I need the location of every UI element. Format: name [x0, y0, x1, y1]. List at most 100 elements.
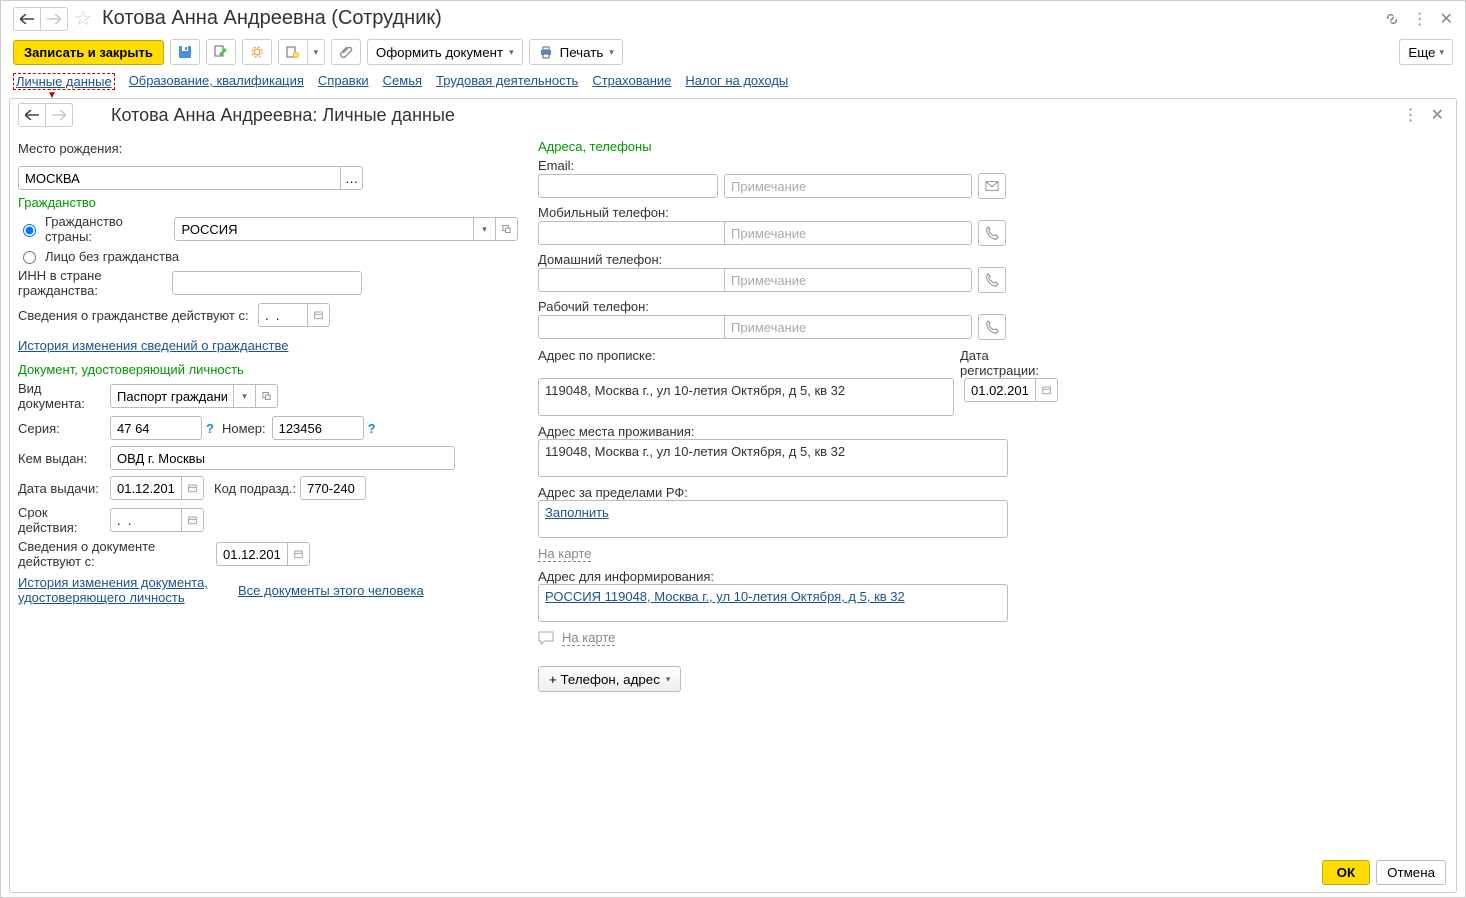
header-right-controls: ⋮ ✕ — [1384, 9, 1453, 29]
citizenship-history-link[interactable]: История изменения сведений о гражданстве — [18, 338, 288, 353]
citizenship-dropdown-button[interactable]: ▾ — [474, 217, 496, 241]
doc-section-label: Документ, удостоверяющий личность — [18, 362, 518, 377]
tab-insurance[interactable]: Страхование — [592, 73, 671, 90]
more-button[interactable]: Еще ▾ — [1399, 39, 1453, 65]
mobile-note-input[interactable] — [724, 221, 972, 245]
favorite-star-icon[interactable]: ☆ — [74, 6, 92, 31]
doc-valid-from-input[interactable] — [216, 542, 288, 566]
dept-code-input[interactable] — [300, 476, 366, 500]
tab-employment[interactable]: Трудовая деятельность — [436, 73, 578, 90]
chevron-down-icon: ▾ — [666, 674, 671, 685]
nav-back-button[interactable] — [13, 7, 41, 31]
issue-date-picker[interactable] — [182, 476, 204, 500]
doc-history-link[interactable]: История изменения документа, удостоверяю… — [18, 575, 208, 605]
all-docs-link[interactable]: Все документы этого человека — [238, 583, 424, 598]
reg-date-input[interactable] — [964, 378, 1036, 402]
birthplace-more-button[interactable]: … — [341, 166, 363, 190]
print-button[interactable]: Печать ▾ — [529, 39, 623, 65]
home-label: Домашний телефон: — [538, 252, 1058, 267]
series-input[interactable] — [110, 416, 202, 440]
citizenship-country-input[interactable] — [174, 217, 474, 241]
nav-forward-button[interactable] — [40, 7, 68, 31]
doc-valid-from-picker[interactable] — [288, 542, 310, 566]
mobile-input[interactable] — [538, 221, 728, 245]
left-column: Место рождения: … Гражданство Гражданств… — [18, 135, 518, 848]
doc-type-open-button[interactable] — [256, 384, 278, 408]
email-note-input[interactable] — [724, 174, 972, 198]
close-icon[interactable]: ✕ — [1440, 9, 1453, 29]
personal-data-subwindow: Котова Анна Андреевна: Личные данные ⋮ ✕… — [9, 98, 1457, 893]
series-help[interactable]: ? — [206, 421, 214, 436]
number-help[interactable]: ? — [368, 421, 376, 436]
inform-address-link[interactable]: РОССИЯ 119048, Москва г., ул 10-летия Ок… — [545, 589, 905, 604]
create-dropdown-toggle[interactable]: ▾ — [307, 39, 325, 65]
sub-nav-back-button[interactable] — [18, 103, 46, 127]
doc-type-input[interactable] — [110, 384, 234, 408]
cancel-button[interactable]: Отмена — [1376, 860, 1446, 885]
menu-dots-icon[interactable]: ⋮ — [1412, 9, 1428, 29]
stateless-radio[interactable] — [23, 251, 36, 264]
subwindow-body: Место рождения: … Гражданство Гражданств… — [10, 131, 1456, 852]
on-map-link-2[interactable]: На карте — [562, 630, 615, 646]
citizenship-valid-date-input[interactable] — [258, 303, 308, 327]
close-icon[interactable]: ✕ — [1431, 105, 1444, 125]
valid-until-input[interactable] — [110, 508, 182, 532]
gear-doc-icon — [249, 44, 265, 60]
on-map-link-1[interactable]: На карте — [538, 546, 591, 562]
number-input[interactable] — [272, 416, 364, 440]
settings-button[interactable] — [242, 39, 272, 65]
fill-link[interactable]: Заполнить — [545, 505, 609, 520]
inn-input[interactable] — [172, 271, 362, 295]
mobile-call-button[interactable] — [978, 220, 1006, 246]
valid-until-picker[interactable] — [182, 508, 204, 532]
citizenship-country-radio[interactable] — [23, 224, 36, 237]
add-phone-address-button[interactable]: + Телефон, адрес ▾ — [538, 666, 681, 692]
create-button[interactable] — [278, 39, 308, 65]
edit-doc-button[interactable] — [206, 39, 236, 65]
tab-education[interactable]: Образование, квалификация — [129, 73, 304, 90]
issue-date-input[interactable] — [110, 476, 182, 500]
birthplace-label: Место рождения: — [18, 141, 122, 156]
subwindow-header-right: ⋮ ✕ — [1403, 105, 1444, 125]
citizenship-open-button[interactable] — [496, 217, 518, 241]
tab-tax[interactable]: Налог на доходы — [685, 73, 788, 90]
abroad-address-box[interactable]: Заполнить — [538, 500, 1008, 538]
doc-type-dropdown-button[interactable]: ▾ — [234, 384, 256, 408]
reg-date-picker[interactable] — [1036, 378, 1058, 402]
tab-certificates[interactable]: Справки — [318, 73, 369, 90]
birthplace-input[interactable] — [18, 166, 341, 190]
save-button[interactable] — [170, 39, 200, 65]
phone-icon — [985, 320, 999, 334]
tab-personal[interactable]: Личные данные — [13, 73, 115, 90]
document-button[interactable]: Оформить документ ▾ — [367, 39, 523, 65]
add-phone-label: + Телефон, адрес — [549, 672, 660, 687]
save-close-button[interactable]: Записать и закрыть — [13, 40, 164, 65]
tab-family[interactable]: Семья — [383, 73, 422, 90]
live-address-label: Адрес места проживания: — [538, 424, 1058, 439]
home-phone-input[interactable] — [538, 268, 728, 292]
chevron-down-icon: ▾ — [509, 47, 514, 58]
work-call-button[interactable] — [978, 314, 1006, 340]
window-header: ☆ Котова Анна Андреевна (Сотрудник) ⋮ ✕ — [1, 1, 1465, 33]
tabs-bar: Личные данные Образование, квалификация … — [1, 71, 1465, 96]
document-button-label: Оформить документ — [376, 45, 503, 60]
home-note-input[interactable] — [724, 268, 972, 292]
email-input[interactable] — [538, 174, 718, 198]
citizenship-valid-date-picker[interactable] — [308, 303, 330, 327]
inform-address-box[interactable]: РОССИЯ 119048, Москва г., ул 10-летия Ок… — [538, 584, 1008, 622]
reg-address-box[interactable]: 119048, Москва г., ул 10-летия Октября, … — [538, 378, 954, 416]
issued-by-input[interactable] — [110, 446, 455, 470]
sub-nav-forward-button[interactable] — [45, 103, 73, 127]
subwindow-footer: ОК Отмена — [10, 852, 1456, 892]
email-send-button[interactable] — [978, 173, 1006, 199]
home-call-button[interactable] — [978, 267, 1006, 293]
link-icon[interactable] — [1384, 11, 1400, 27]
live-address-box[interactable]: 119048, Москва г., ул 10-летия Октября, … — [538, 439, 1008, 477]
work-phone-input[interactable] — [538, 315, 728, 339]
menu-dots-icon[interactable]: ⋮ — [1403, 105, 1419, 125]
print-button-label: Печать — [560, 45, 604, 60]
work-note-input[interactable] — [724, 315, 972, 339]
ok-button[interactable]: ОК — [1322, 860, 1371, 885]
attach-button[interactable] — [331, 39, 361, 65]
envelope-icon — [985, 180, 999, 192]
